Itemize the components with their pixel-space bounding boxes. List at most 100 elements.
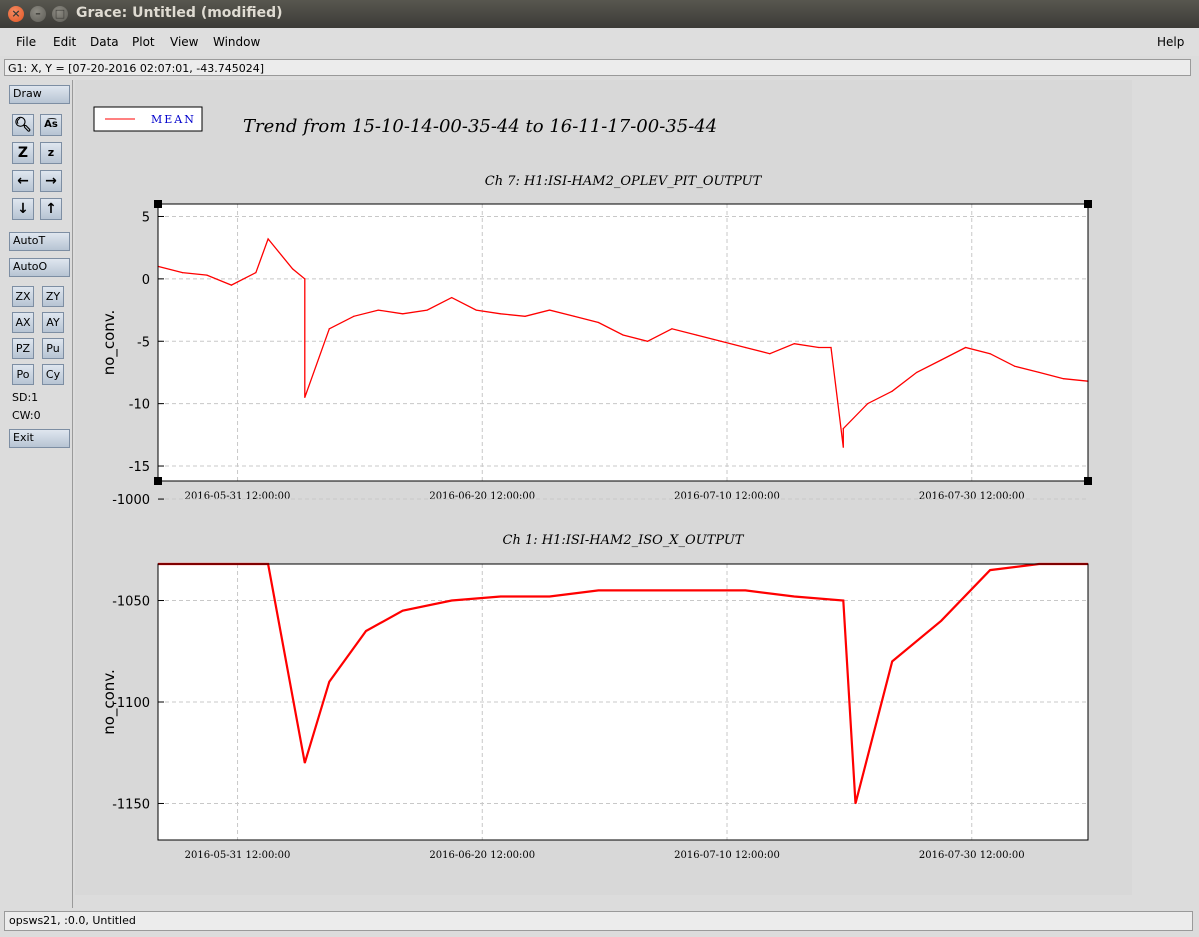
- status-bar: opsws21, :0.0, Untitled: [4, 911, 1193, 931]
- data-point: [597, 321, 600, 324]
- menu-edit[interactable]: Edit: [53, 35, 76, 49]
- zoom-out-button[interactable]: z: [40, 142, 62, 164]
- data-point: [695, 334, 698, 336]
- po-button[interactable]: Po: [12, 364, 34, 385]
- data-point: [230, 284, 233, 286]
- data-point: [1013, 365, 1016, 367]
- y-tick-label: -1000: [112, 493, 150, 508]
- autot-button[interactable]: AutoT: [9, 232, 70, 251]
- selection-handle[interactable]: [1084, 200, 1092, 208]
- data-point: [328, 681, 330, 683]
- data-point: [842, 427, 844, 430]
- data-point: [402, 610, 404, 612]
- data-point: [328, 328, 330, 330]
- small-z-icon: z: [47, 146, 55, 159]
- ax-button[interactable]: AX: [12, 312, 34, 333]
- main-title: Trend from 15-10-14-00-35-44 to 16-11-17…: [243, 116, 717, 137]
- data-point: [989, 353, 991, 355]
- data-point: [1062, 378, 1065, 380]
- plot-canvas[interactable]: MEAN Trend from 15-10-14-00-35-44 to 16-…: [75, 80, 1132, 895]
- subplot2-title: Ch 1: H1:ISI-HAM2_ISO_X_OUTPUT: [503, 533, 745, 548]
- big-z-icon: Z: [17, 145, 29, 161]
- menu-view[interactable]: View: [170, 35, 198, 49]
- scroll-down-button[interactable]: ↓: [12, 198, 34, 220]
- data-point: [793, 343, 795, 345]
- zoom-button[interactable]: 🔍︎: [12, 114, 34, 136]
- y-axis-label: no_conv.: [100, 669, 119, 735]
- autoo-button[interactable]: AutoO: [9, 258, 70, 277]
- data-point: [426, 309, 428, 311]
- data-point: [304, 278, 306, 280]
- menu-help[interactable]: Help: [1157, 35, 1184, 49]
- data-point: [744, 589, 746, 591]
- x-tick-label: 2016-07-30 12:00:00: [919, 491, 1025, 502]
- maximize-icon: □: [54, 7, 66, 20]
- pz-button[interactable]: PZ: [12, 338, 34, 359]
- subplot1-title: Ch 7: H1:ISI-HAM2_OPLEV_PIT_OUTPUT: [485, 174, 763, 189]
- maximize-window-button[interactable]: □: [52, 6, 68, 22]
- menu-window[interactable]: Window: [213, 35, 260, 49]
- data-point: [818, 346, 820, 349]
- zoom-in-button[interactable]: Z: [12, 142, 34, 164]
- location-readout: G1: X, Y = [07-20-2016 02:07:01, -43.745…: [4, 59, 1191, 76]
- selection-handle[interactable]: [1084, 477, 1092, 485]
- minimize-icon: –: [35, 7, 41, 20]
- data-point: [646, 340, 649, 342]
- menu-data[interactable]: Data: [90, 35, 119, 49]
- data-point: [206, 274, 208, 276]
- data-point: [548, 309, 551, 311]
- selection-handle[interactable]: [154, 200, 162, 208]
- menu-plot[interactable]: Plot: [132, 35, 155, 49]
- current-world-label: CW:0: [12, 409, 41, 422]
- data-point: [965, 346, 967, 349]
- scroll-left-button[interactable]: ←: [12, 170, 34, 192]
- zy-button[interactable]: ZY: [42, 286, 64, 307]
- data-point: [720, 340, 722, 342]
- data-point: [597, 589, 600, 591]
- data-point: [377, 309, 379, 311]
- x-tick-label: 2016-07-10 12:00:00: [674, 850, 780, 861]
- data-point: [867, 403, 869, 405]
- x-tick-label: 2016-06-20 12:00:00: [429, 850, 535, 861]
- window-titlebar: × – □ Grace: Untitled (modified): [0, 0, 1199, 28]
- ay-button[interactable]: AY: [42, 312, 64, 333]
- data-point: [524, 315, 526, 317]
- data-point: [365, 630, 367, 632]
- minimize-window-button[interactable]: –: [30, 6, 46, 22]
- close-window-button[interactable]: ×: [8, 6, 24, 22]
- data-point: [891, 660, 893, 663]
- data-point: [181, 272, 184, 274]
- arrow-right-icon: →: [45, 173, 57, 189]
- left-toolbar: Draw 🔍︎ A͡s Z z ← → ↓ ↑ AutoT AutoO ZX Z…: [2, 80, 73, 908]
- data-point: [793, 595, 795, 598]
- y-tick-label: -1150: [112, 797, 150, 812]
- data-point: [854, 802, 857, 805]
- x-tick-label: 2016-05-31 12:00:00: [185, 850, 291, 861]
- autoscale-text-button[interactable]: A͡s: [40, 114, 62, 136]
- cy-button[interactable]: Cy: [42, 364, 64, 385]
- data-point: [830, 346, 832, 349]
- data-point: [353, 315, 355, 317]
- scroll-up-button[interactable]: ↑: [40, 198, 62, 220]
- data-point: [842, 446, 844, 448]
- zx-button[interactable]: ZX: [12, 286, 34, 307]
- data-point: [940, 359, 942, 361]
- window-title: Grace: Untitled (modified): [76, 5, 283, 21]
- legend: MEAN: [93, 106, 203, 132]
- selection-handle[interactable]: [154, 477, 162, 485]
- data-point: [304, 396, 306, 399]
- menu-file[interactable]: File: [16, 35, 36, 49]
- x-tick-label: 2016-05-31 12:00:00: [185, 491, 291, 502]
- data-point: [475, 309, 477, 311]
- data-point: [891, 390, 893, 392]
- menubar: File Edit Data Plot View Window Help: [0, 28, 1199, 56]
- data-point: [255, 272, 257, 274]
- pu-button[interactable]: Pu: [42, 338, 64, 359]
- exit-button[interactable]: Exit: [9, 429, 70, 448]
- data-point: [267, 238, 269, 240]
- draw-button[interactable]: Draw: [9, 85, 70, 104]
- x-tick-label: 2016-06-20 12:00:00: [429, 491, 535, 502]
- data-point: [292, 268, 294, 270]
- scroll-right-button[interactable]: →: [40, 170, 62, 192]
- arrow-up-icon: ↑: [45, 201, 57, 217]
